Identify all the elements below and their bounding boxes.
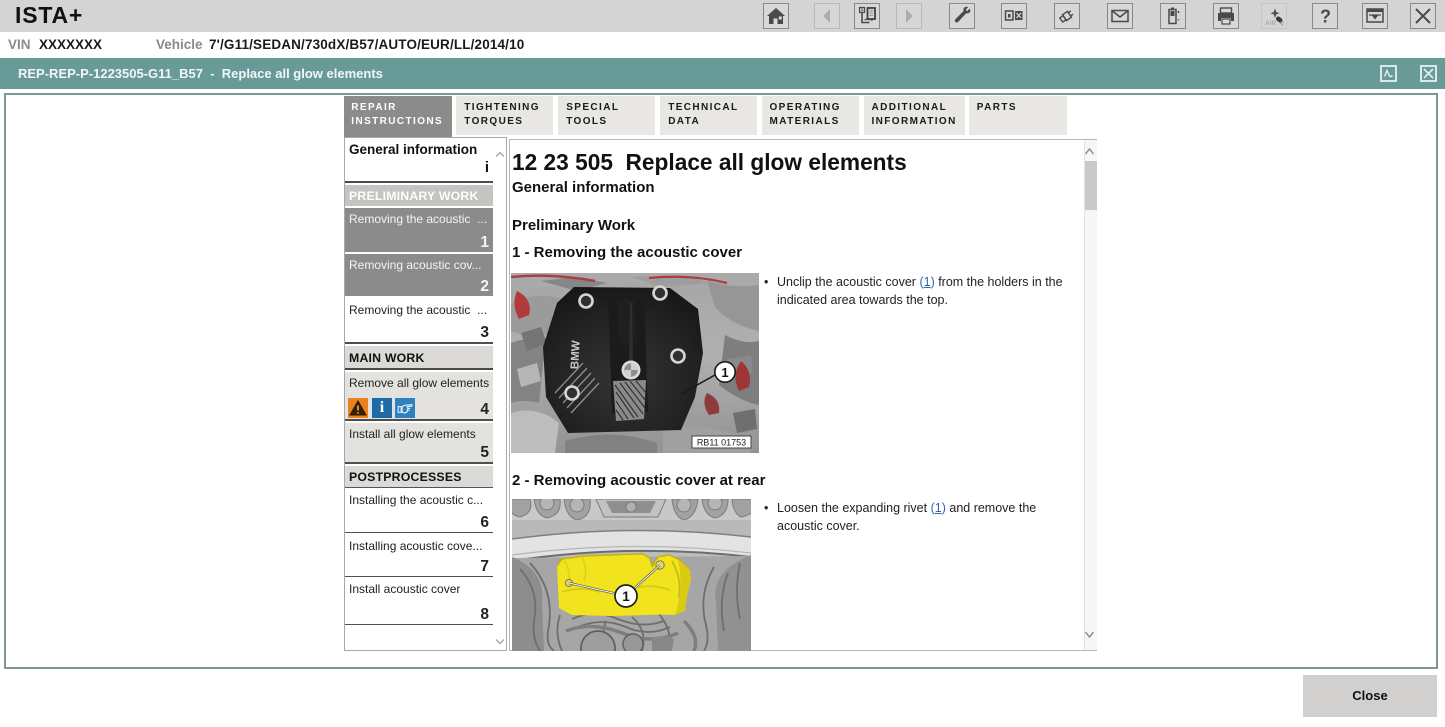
svg-text:1: 1 — [622, 589, 630, 604]
svg-text:RB11 01753: RB11 01753 — [697, 438, 746, 448]
svg-text:?: ? — [1320, 7, 1331, 27]
svg-text:1: 1 — [721, 365, 728, 380]
svg-text:AIR: AIR — [1265, 20, 1277, 27]
